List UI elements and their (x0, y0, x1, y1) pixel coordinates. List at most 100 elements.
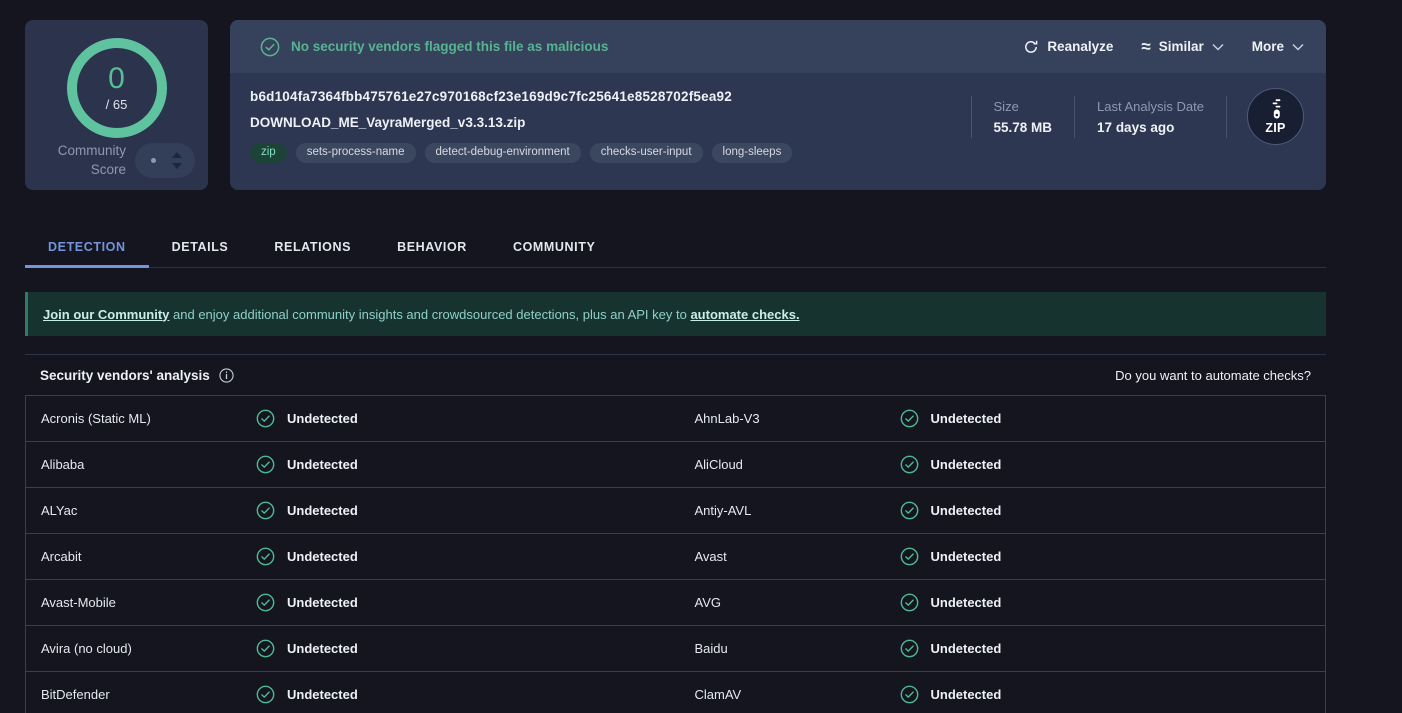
tag-detect-debug-environment[interactable]: detect-debug-environment (425, 143, 581, 163)
community-banner: Join our Community and enjoy additional … (25, 292, 1326, 336)
tab-behavior[interactable]: BEHAVIOR (374, 227, 490, 268)
divider (1226, 96, 1227, 138)
vendor-name: Arcabit (26, 549, 256, 564)
header-topbar: No security vendors flagged this file as… (230, 20, 1326, 73)
vendor-name: ClamAV (676, 687, 900, 702)
reanalyze-button[interactable]: Reanalyze (1023, 39, 1113, 55)
table-row: BitDefenderUndetected ClamAVUndetected (26, 672, 1325, 713)
vendor-name: Antiy-AVL (676, 503, 900, 518)
file-header-card: No security vendors flagged this file as… (230, 20, 1326, 190)
size-value: 55.78 MB (994, 120, 1053, 135)
check-circle-icon (900, 639, 919, 658)
tabs-bar: DETECTION DETAILS RELATIONS BEHAVIOR COM… (25, 227, 1326, 268)
automate-checks-link[interactable]: automate checks. (690, 307, 799, 322)
vote-up-icon[interactable] (172, 152, 182, 158)
table-row: AlibabaUndetected AliCloudUndetected (26, 442, 1325, 488)
community-score-card: 0 / 65 Community Score (25, 20, 208, 190)
undetected-status: Undetected (900, 685, 1002, 704)
undetected-status: Undetected (256, 639, 358, 658)
tag-long-sleeps[interactable]: long-sleeps (712, 143, 793, 163)
vendor-name: Acronis (Static ML) (26, 411, 256, 426)
tag-zip[interactable]: zip (250, 143, 287, 163)
undetected-status: Undetected (256, 409, 358, 428)
tab-details[interactable]: DETAILS (149, 227, 252, 268)
table-row: Avast-MobileUndetected AVGUndetected (26, 580, 1325, 626)
similar-button[interactable]: ≈ Similar (1141, 38, 1223, 55)
check-circle-icon (900, 547, 919, 566)
status-message: No security vendors flagged this file as… (291, 39, 608, 54)
info-icon[interactable] (219, 368, 234, 383)
vendor-name: Avast (676, 549, 900, 564)
vote-down-icon[interactable] (172, 163, 182, 169)
vendors-table: Acronis (Static ML)Undetected AhnLab-V3U… (25, 395, 1326, 713)
banner-text: and enjoy additional community insights … (173, 307, 687, 322)
automate-prompt[interactable]: Do you want to automate checks? (1115, 368, 1311, 383)
check-circle-icon (900, 501, 919, 520)
join-community-link[interactable]: Join our Community (43, 307, 169, 322)
filetype-badge: ZIP (1265, 121, 1285, 135)
tag-sets-process-name[interactable]: sets-process-name (296, 143, 416, 163)
check-circle-icon (256, 455, 275, 474)
vendor-name: Avast-Mobile (26, 595, 256, 610)
check-circle-icon (256, 409, 275, 428)
undetected-status: Undetected (900, 409, 1002, 428)
file-meta: Size 55.78 MB Last Analysis Date 17 days… (971, 88, 1304, 145)
last-analysis-label: Last Analysis Date (1097, 99, 1204, 114)
community-score-label: Community Score (58, 141, 126, 180)
status-flag: No security vendors flagged this file as… (260, 37, 608, 57)
table-row: ArcabitUndetected AvastUndetected (26, 534, 1325, 580)
tab-relations[interactable]: RELATIONS (251, 227, 374, 268)
undetected-status: Undetected (256, 455, 358, 474)
refresh-icon (1023, 39, 1039, 55)
vendor-name: BitDefender (26, 687, 256, 702)
vote-pill[interactable] (135, 143, 195, 178)
last-analysis-block: Last Analysis Date 17 days ago (1075, 99, 1226, 135)
analysis-title: Security vendors' analysis (40, 368, 210, 383)
check-circle-icon (900, 685, 919, 704)
undetected-status: Undetected (900, 501, 1002, 520)
score-number: 0 (108, 64, 125, 94)
vote-arrows[interactable] (172, 152, 182, 169)
check-circle-icon (900, 455, 919, 474)
vendor-name: Avira (no cloud) (26, 641, 256, 656)
undetected-status: Undetected (256, 593, 358, 612)
table-row: Avira (no cloud)Undetected BaiduUndetect… (26, 626, 1325, 672)
vote-dot-icon (151, 158, 156, 163)
tag-checks-user-input[interactable]: checks-user-input (590, 143, 703, 163)
analysis-section: Security vendors' analysis Do you want t… (25, 354, 1326, 713)
vendor-name: Alibaba (26, 457, 256, 472)
similar-icon: ≈ (1141, 38, 1150, 55)
vendor-name: AhnLab-V3 (676, 411, 900, 426)
table-row: ALYacUndetected Antiy-AVLUndetected (26, 488, 1325, 534)
undetected-status: Undetected (256, 547, 358, 566)
vendor-name: ALYac (26, 503, 256, 518)
zip-file-icon: ZIP (1247, 88, 1304, 145)
tab-detection[interactable]: DETECTION (25, 227, 149, 268)
undetected-status: Undetected (900, 455, 1002, 474)
tag-row: zip sets-process-name detect-debug-envir… (250, 143, 1306, 163)
top-section: 0 / 65 Community Score No s (0, 0, 1402, 190)
check-circle-icon (256, 639, 275, 658)
check-circle-icon (260, 37, 280, 57)
check-circle-icon (256, 547, 275, 566)
zipper-icon (1267, 99, 1285, 123)
check-circle-icon (256, 685, 275, 704)
undetected-status: Undetected (900, 639, 1002, 658)
last-analysis-value: 17 days ago (1097, 120, 1204, 135)
undetected-status: Undetected (900, 593, 1002, 612)
score-denominator: / 65 (106, 97, 128, 112)
check-circle-icon (256, 501, 275, 520)
vendor-name: AVG (676, 595, 900, 610)
table-row: Acronis (Static ML)Undetected AhnLab-V3U… (26, 396, 1325, 442)
undetected-status: Undetected (256, 685, 358, 704)
score-ring: 0 / 65 (67, 38, 167, 138)
more-button[interactable]: More (1252, 39, 1304, 54)
file-size-block: Size 55.78 MB (972, 99, 1075, 135)
vendor-name: Baidu (676, 641, 900, 656)
undetected-status: Undetected (256, 501, 358, 520)
check-circle-icon (900, 409, 919, 428)
file-info: b6d104fa7364fbb475761e27c970168cf23e169d… (230, 73, 1326, 190)
chevron-down-icon (1292, 43, 1304, 51)
undetected-status: Undetected (900, 547, 1002, 566)
tab-community[interactable]: COMMUNITY (490, 227, 618, 268)
